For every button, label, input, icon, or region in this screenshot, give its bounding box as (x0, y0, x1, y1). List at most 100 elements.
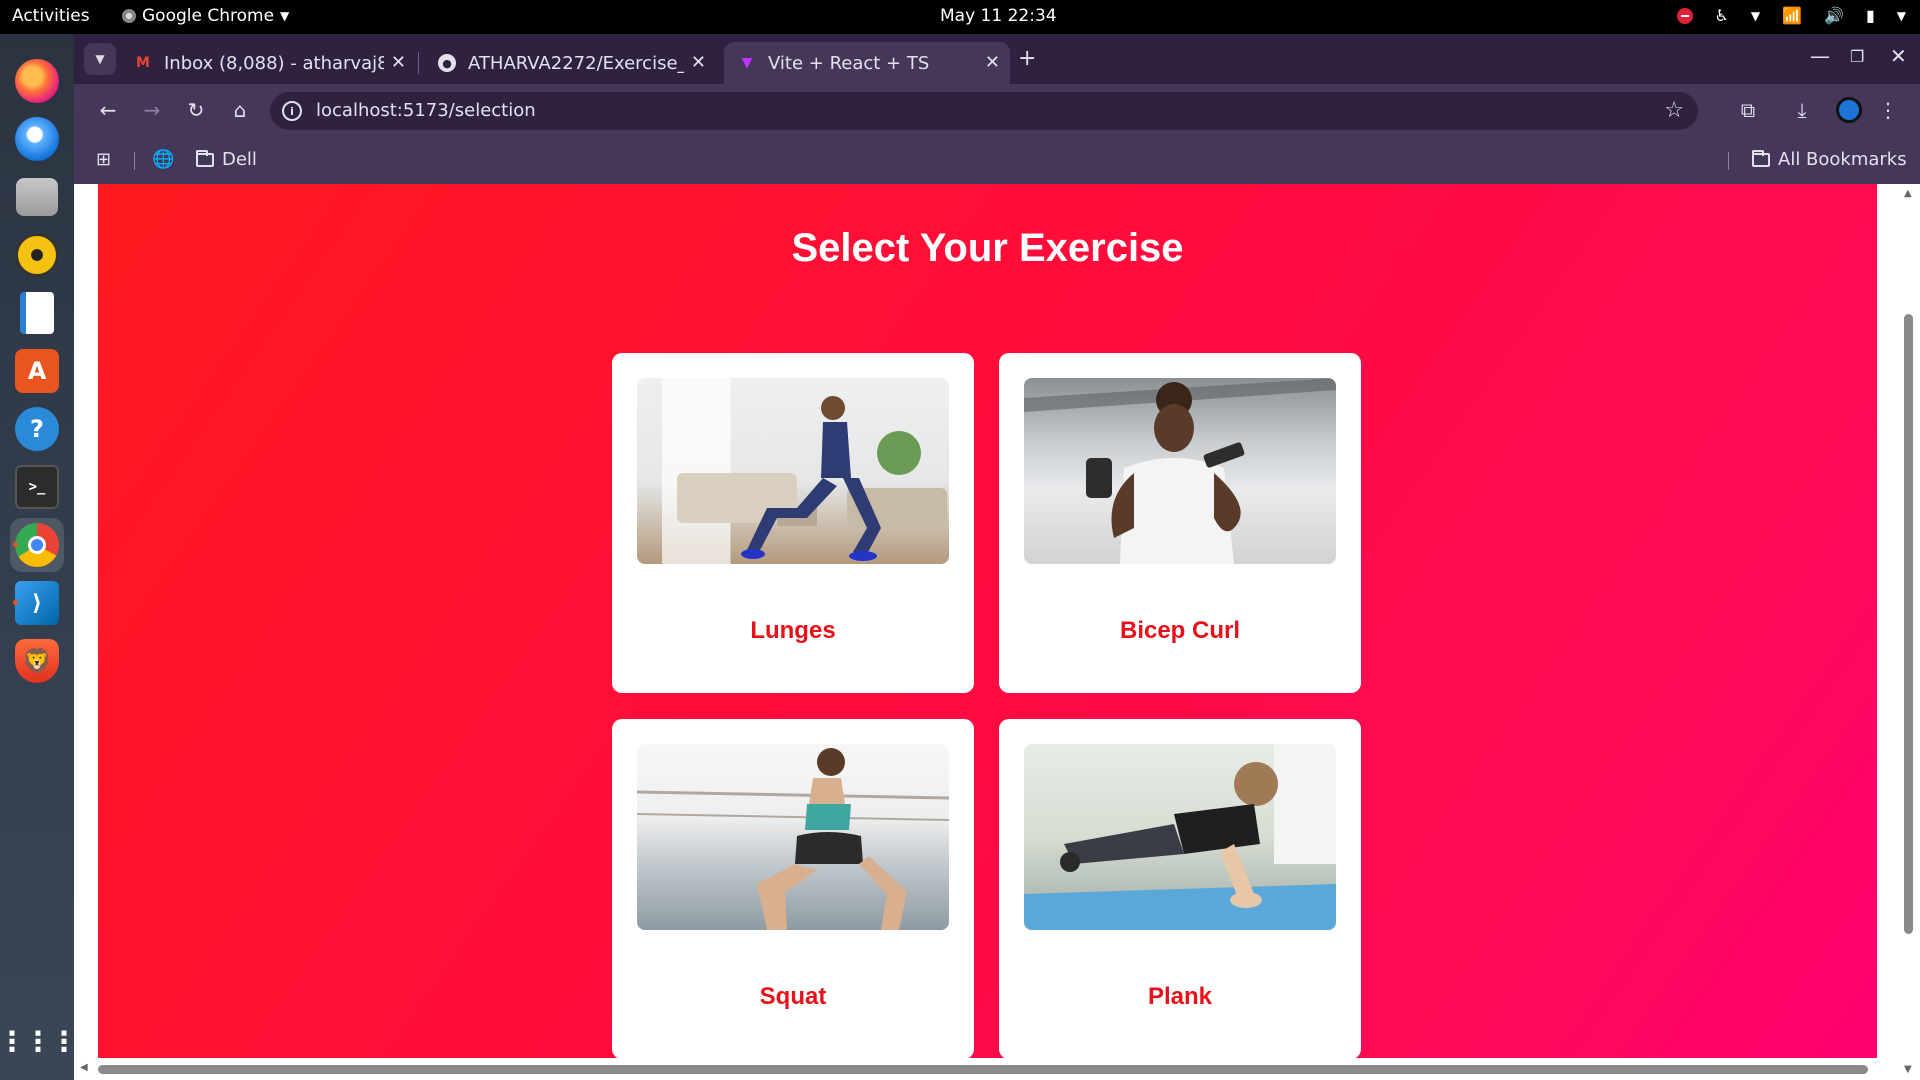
github-icon: ● (438, 54, 456, 72)
system-tray[interactable]: ♿ ▼ 📶 🔊 ▮ ▼ (1676, 6, 1906, 25)
exercise-card-squat[interactable]: Squat (612, 719, 974, 1059)
downloads-button[interactable]: ⤓ (1788, 96, 1816, 124)
home-button[interactable]: ⌂ (226, 96, 254, 124)
files-icon (16, 178, 58, 216)
page-title: Select Your Exercise (791, 226, 1184, 270)
dock-brave[interactable]: 🦁 (10, 634, 64, 688)
lunges-illustration (677, 396, 947, 561)
minimize-button[interactable]: — (1810, 44, 1830, 68)
app-menu[interactable]: Google Chrome ▼ (122, 6, 289, 26)
url-text[interactable]: localhost:5173/selection (316, 100, 536, 121)
reload-button[interactable]: ↻ (182, 96, 210, 124)
exercise-image-squat (637, 744, 949, 930)
forward-button[interactable]: → (138, 96, 166, 124)
chrome-small-icon (122, 9, 136, 23)
clock[interactable]: May 11 22:34 (940, 6, 1057, 26)
squat-illustration (637, 748, 949, 930)
chrome-menu-button[interactable]: ⋮ (1874, 96, 1902, 124)
bookmark-folder-dell[interactable]: Dell (196, 149, 257, 170)
writer-icon (20, 292, 54, 334)
activities-button[interactable]: Activities (12, 6, 90, 26)
exercise-card-bicep-curl[interactable]: Bicep Curl (999, 353, 1361, 693)
dock-show-apps[interactable]: ⋮⋮⋮ (0, 1014, 78, 1068)
bookmark-star-icon[interactable]: ☆ (1664, 98, 1684, 123)
page-viewport: Select Your Exercise Lunges Bicep Curl S… (74, 184, 1920, 1080)
new-tab-button[interactable]: + (1018, 46, 1036, 71)
window-close-button[interactable]: ✕ (1890, 44, 1907, 68)
bookmark-folder-label: Dell (222, 149, 257, 170)
dock-thunderbird[interactable] (10, 112, 64, 166)
all-bookmarks-button[interactable]: All Bookmarks (1752, 149, 1907, 170)
globe-icon[interactable]: 🌐 (152, 149, 174, 170)
bicep-curl-illustration (1024, 378, 1336, 564)
dock-firefox[interactable] (10, 54, 64, 108)
back-button[interactable]: ← (94, 96, 122, 124)
exercise-image-bicep-curl (1024, 378, 1336, 564)
battery-icon[interactable]: ▮ (1866, 6, 1875, 25)
tab-gmail[interactable]: M Inbox (8,088) - atharvaj8 ✕ (120, 42, 416, 84)
bookmark-divider (1728, 152, 1729, 170)
dock-files[interactable] (10, 170, 64, 224)
vite-icon: ▼ (741, 55, 753, 71)
app-center-icon: A (15, 349, 59, 393)
scroll-thumb[interactable] (1904, 314, 1913, 934)
chevron-down-icon: ▼ (280, 9, 290, 23)
browser-toolbar: ← → ↻ ⌂ i localhost:5173/selection ☆ ⧉ ⤓… (74, 84, 1920, 136)
apps-grid-icon[interactable]: ⊞ (96, 149, 111, 170)
horizontal-scrollbar[interactable]: ◀ (74, 1058, 1900, 1080)
exercise-card-lunges[interactable]: Lunges (612, 353, 974, 693)
scroll-thumb[interactable] (98, 1065, 1868, 1074)
tab-label: Inbox (8,088) - atharvaj8 (164, 52, 384, 74)
restore-button[interactable]: ❐ (1850, 47, 1864, 66)
gmail-icon: M (136, 55, 150, 71)
exercise-label: Lunges (750, 617, 836, 644)
address-bar[interactable]: i localhost:5173/selection ☆ (270, 92, 1698, 130)
vertical-scrollbar[interactable]: ▲ ▼ (1900, 184, 1920, 1080)
chrome-window: ▼ M Inbox (8,088) - atharvaj8 ✕ ● ATHARV… (74, 34, 1920, 1080)
chevron-down-icon: ▼ (95, 52, 105, 66)
profile-avatar[interactable] (1836, 97, 1862, 123)
brave-icon: 🦁 (15, 639, 59, 683)
exercise-card-plank[interactable]: Plank (999, 719, 1361, 1059)
dock-rhythmbox[interactable] (10, 228, 64, 282)
dock-chrome[interactable] (10, 518, 64, 572)
do-not-disturb-icon[interactable] (1676, 7, 1693, 24)
dock-help[interactable]: ? (10, 402, 64, 456)
terminal-icon: >_ (15, 465, 59, 509)
plank-illustration (1024, 744, 1336, 930)
folder-icon (1752, 149, 1770, 167)
dock-terminal[interactable]: >_ (10, 460, 64, 514)
chevron-down-icon[interactable]: ▼ (1897, 9, 1906, 23)
scroll-up-icon[interactable]: ▲ (1904, 188, 1912, 199)
exercise-label: Squat (759, 983, 827, 1010)
tab-search-button[interactable]: ▼ (84, 43, 116, 75)
exercise-label: Bicep Curl (1119, 617, 1241, 644)
exercise-image-lunges (637, 378, 949, 564)
tab-github[interactable]: ● ATHARVA2272/Exercise_ ✕ (424, 42, 716, 84)
close-icon[interactable]: ✕ (985, 52, 1000, 73)
scroll-left-icon[interactable]: ◀ (80, 1062, 88, 1073)
volume-icon[interactable]: 🔊 (1824, 6, 1844, 25)
help-icon: ? (15, 407, 59, 451)
dock-writer[interactable] (10, 286, 64, 340)
all-bookmarks-label: All Bookmarks (1778, 149, 1907, 170)
app-grid-icon: ⋮⋮⋮ (0, 1024, 78, 1058)
exercise-label: Plank (1147, 983, 1213, 1010)
wifi-icon[interactable]: 📶 (1782, 6, 1802, 25)
vscode-icon: ⟩ (15, 581, 59, 625)
chrome-center-icon (28, 536, 46, 554)
accessibility-icon[interactable]: ♿ (1715, 6, 1729, 25)
running-indicator (13, 542, 18, 547)
dock-software[interactable]: A (10, 344, 64, 398)
close-icon[interactable]: ✕ (391, 52, 406, 73)
tab-label: ATHARVA2272/Exercise_ (468, 52, 684, 74)
chevron-down-icon[interactable]: ▼ (1751, 9, 1760, 23)
dock-vscode[interactable]: ⟩ (10, 576, 64, 630)
scroll-down-icon[interactable]: ▼ (1904, 1064, 1912, 1075)
tab-vite[interactable]: ▼ Vite + React + TS ✕ (724, 42, 1010, 84)
bookmarks-bar: ⊞ 🌐 Dell All Bookmarks (74, 136, 1920, 184)
site-info-icon[interactable]: i (282, 101, 302, 121)
close-icon[interactable]: ✕ (691, 52, 706, 73)
extensions-button[interactable]: ⧉ (1734, 96, 1762, 124)
folder-icon (196, 149, 214, 167)
